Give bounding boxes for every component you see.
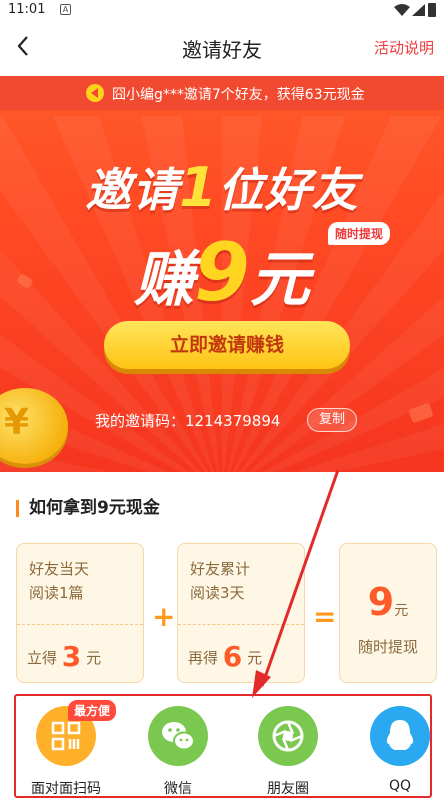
share-label: 微信 xyxy=(164,781,192,797)
share-label: QQ xyxy=(388,778,412,794)
battery-icon xyxy=(428,3,436,17)
invite-code: 我的邀请码：1214379894 xyxy=(95,412,281,430)
section-title: 如何拿到9元现金 xyxy=(16,500,160,517)
equals-sign: = xyxy=(313,600,337,633)
step-amount: 6 xyxy=(222,640,243,673)
share-qq[interactable]: QQ xyxy=(350,706,444,794)
share-options-panel: 最方便 面对面扫码 微信 朋友圈 QQ xyxy=(14,694,432,798)
total-reward-card: 9元 随时提现 xyxy=(339,543,437,683)
withdraw-anytime-tag: 随时提现 xyxy=(328,222,391,245)
total-subtitle: 随时提现 xyxy=(357,638,418,656)
signal-icon xyxy=(412,4,425,16)
invite-hero-banner: 囧小编g***邀请7个好友，获得63元现金 邀请1位好友 赚9元 随时提现 立即… xyxy=(0,76,444,472)
share-moments[interactable]: 朋友圈 xyxy=(238,706,338,797)
status-bar: 11:01 A xyxy=(0,0,444,20)
invite-now-button[interactable]: 立即邀请赚钱 xyxy=(104,321,350,369)
nav-bar: 邀请好友 活动说明 xyxy=(0,20,444,76)
ticker-message: 囧小编g***邀请7个好友，获得63元现金 xyxy=(112,87,365,103)
qq-penguin-icon xyxy=(370,706,430,766)
speaker-icon xyxy=(86,84,104,102)
reward-ticker: 囧小编g***邀请7个好友，获得63元现金 xyxy=(0,76,444,110)
step-card-three-days: 好友累计 阅读3天 再得 6 元 xyxy=(177,543,305,683)
status-time: 11:01 xyxy=(8,2,46,17)
share-label: 朋友圈 xyxy=(267,781,309,797)
share-face-to-face[interactable]: 最方便 面对面扫码 xyxy=(16,700,116,797)
wechat-icon xyxy=(148,706,208,766)
share-wechat[interactable]: 微信 xyxy=(128,706,228,797)
wifi-icon xyxy=(394,4,410,16)
step-card-day-one: 好友当天 阅读1篇 立得 3 元 xyxy=(16,543,144,683)
headline: 邀请1位好友 xyxy=(85,156,359,219)
step-amount: 3 xyxy=(61,640,82,673)
most-convenient-badge: 最方便 xyxy=(68,700,116,721)
sim-icon: A xyxy=(60,4,71,15)
activity-rules-link[interactable]: 活动说明 xyxy=(374,37,434,58)
moments-aperture-icon xyxy=(258,706,318,766)
copy-code-button[interactable]: 复制 xyxy=(307,408,357,432)
plus-sign: + xyxy=(152,600,176,633)
total-amount: 9 xyxy=(367,580,395,624)
share-label: 面对面扫码 xyxy=(31,781,101,797)
